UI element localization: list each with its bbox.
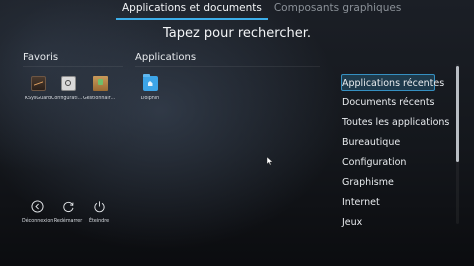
dolphin-folder-icon [142,74,158,91]
category-graphics[interactable]: Graphisme [341,174,435,191]
logout-label: Déconnexion [22,219,54,224]
favorite-item-ksysguard[interactable]: KSysGuard [21,76,55,101]
app-item-dolphin[interactable]: Dolphin [133,74,167,101]
favorites-divider [23,66,123,67]
shutdown-icon [93,201,105,213]
system-settings-icon [60,76,76,91]
tab-applications-documents[interactable]: Applications et documents [116,0,268,20]
category-recent-applications[interactable]: Applications récentes [341,74,444,91]
favorite-label: KSysGuard [24,96,52,101]
restart-label: Redémarrer [53,219,83,224]
favorites-title: Favoris [23,52,59,63]
favorite-item-package-manager[interactable]: Gestionnaire de paquets [83,76,117,101]
categories-scrollbar[interactable] [456,64,459,224]
restart-icon [62,201,73,212]
applications-title: Applications [135,52,197,63]
favorite-item-system-settings[interactable]: Configuration du système [51,76,85,101]
tab-widgets[interactable]: Composants graphiques [268,0,407,18]
shutdown-label: Éteindre [88,219,110,224]
ksysguard-icon [30,76,46,91]
logout-button[interactable]: Déconnexion [22,200,54,224]
category-games[interactable]: Jeux [341,214,435,231]
app-label: Dolphin [140,96,160,101]
category-recent-documents[interactable]: Documents récents [341,94,435,111]
logout-icon [30,200,44,213]
mouse-pointer-icon [267,157,273,165]
favorite-label: Configuration du système [51,96,85,101]
shutdown-button[interactable]: Éteindre [84,200,114,224]
search-prompt[interactable]: Tapez pour rechercher. [0,26,474,41]
launcher-tabs: Applications et documents Composants gra… [116,0,407,20]
category-internet[interactable]: Internet [341,194,435,211]
category-settings[interactable]: Configuration [341,154,435,171]
category-all-applications[interactable]: Toutes les applications [341,114,449,131]
restart-button[interactable]: Redémarrer [53,200,83,224]
scrollbar-thumb[interactable] [456,66,459,162]
favorite-label: Gestionnaire de paquets [83,96,117,101]
applications-divider [135,66,320,67]
category-office[interactable]: Bureautique [341,134,435,151]
package-manager-icon [92,76,108,91]
